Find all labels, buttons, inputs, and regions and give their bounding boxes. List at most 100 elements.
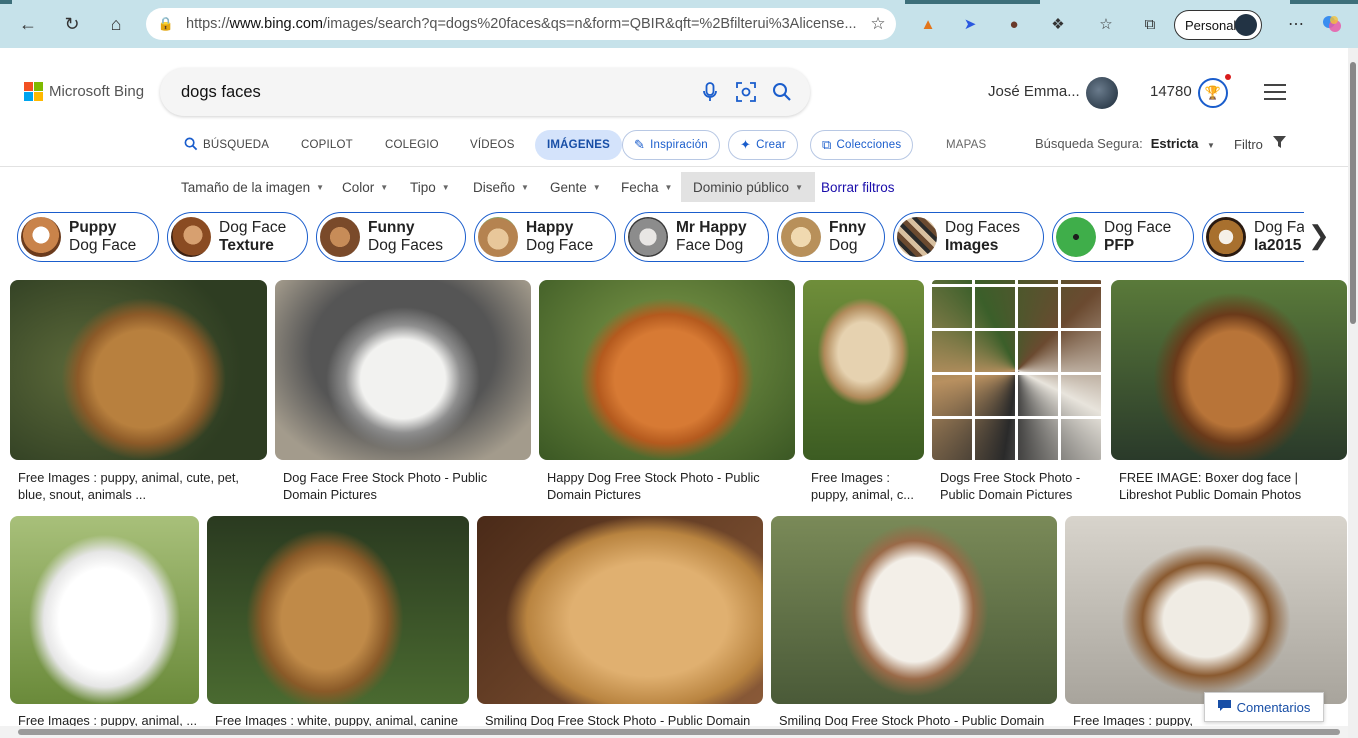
url-text: https://www.bing.com/images/search?q=dog…	[186, 16, 857, 32]
profile-label: Personal	[1185, 17, 1237, 33]
search-input[interactable]: dogs faces	[160, 83, 692, 102]
result-caption[interactable]: Happy Dog Free Stock Photo - Public Doma…	[547, 469, 787, 503]
metamask-extension-icon[interactable]: ▲	[916, 12, 940, 36]
favorite-star-icon[interactable]: ☆	[860, 14, 896, 34]
result-caption[interactable]: Dog Face Free Stock Photo - Public Domai…	[283, 469, 523, 503]
result-image[interactable]	[1065, 516, 1347, 704]
chip-text: Face Dog	[676, 237, 744, 254]
extension-brave-icon[interactable]: ●	[1002, 12, 1026, 36]
search-box[interactable]: dogs faces	[160, 68, 810, 116]
filter-toggle-button[interactable]: Filtro	[1234, 136, 1286, 152]
filter-type[interactable]: Tipo ▼	[410, 172, 450, 202]
copilot-icon[interactable]	[1318, 10, 1346, 38]
feedback-button[interactable]: Comentarios	[1204, 692, 1324, 722]
back-icon[interactable]: ←	[14, 10, 42, 38]
tab-videos[interactable]: VÍDEOS	[470, 130, 515, 160]
result-caption[interactable]: Smiling Dog Free Stock Photo - Public Do…	[779, 712, 1054, 726]
result-caption[interactable]: Free Images : white, puppy, animal, cani…	[215, 712, 465, 726]
chevron-right-icon[interactable]: ❯	[1308, 220, 1330, 251]
chevron-down-icon: ▼	[795, 182, 803, 192]
safe-search-dropdown[interactable]: Búsqueda Segura: Estricta ▼	[1035, 136, 1215, 151]
collections-icon[interactable]: ⧉	[1138, 12, 1162, 36]
result-caption[interactable]: Free Images : puppy, animal, c...	[811, 469, 921, 503]
favorites-icon[interactable]: ☆	[1094, 12, 1118, 36]
result-caption[interactable]: Free Images : puppy, animal, cute, pet, …	[18, 469, 258, 503]
result-image[interactable]	[477, 516, 763, 704]
extension-arrow-icon[interactable]: ➤	[958, 12, 982, 36]
result-caption[interactable]: Free Images : puppy, animal, ...	[18, 712, 198, 726]
result-image[interactable]	[207, 516, 469, 704]
microsoft-logo-icon	[24, 82, 43, 101]
chip-thumbnail	[1206, 217, 1246, 257]
scrollbar-thumb[interactable]	[1350, 62, 1356, 324]
filter-layout[interactable]: Diseño ▼	[473, 172, 529, 202]
chip-puppy-dog-face[interactable]: Puppy Dog Face	[17, 212, 159, 262]
refresh-icon[interactable]: ↻	[58, 10, 86, 38]
result-image[interactable]	[10, 516, 199, 704]
tab-label: COPILOT	[301, 139, 353, 151]
vertical-scrollbar[interactable]	[1348, 48, 1358, 738]
profile-button[interactable]: Personal	[1174, 10, 1262, 40]
more-menu-icon[interactable]: ⋯	[1282, 10, 1310, 38]
result-image[interactable]	[803, 280, 924, 460]
filter-date[interactable]: Fecha ▼	[621, 172, 672, 202]
microphone-icon[interactable]	[692, 74, 728, 110]
tab-search[interactable]: BÚSQUEDA	[184, 130, 269, 160]
result-caption[interactable]: Dogs Free Stock Photo - Public Domain Pi…	[940, 469, 1105, 503]
tab-collections[interactable]: ⧉ Colecciones	[810, 130, 914, 160]
lock-icon[interactable]: 🔒	[146, 16, 186, 32]
tab-school[interactable]: COLEGIO	[385, 130, 439, 160]
tab-label: BÚSQUEDA	[203, 139, 270, 151]
browser-toolbar: ← ↻ ⌂ 🔒 https://www.bing.com/images/sear…	[0, 0, 1358, 48]
tab-copilot[interactable]: COPILOT	[301, 130, 353, 160]
visual-search-icon[interactable]	[728, 74, 764, 110]
chip-dog-faces-images[interactable]: Dog Faces Images	[893, 212, 1044, 262]
filter-people[interactable]: Gente ▼	[550, 172, 601, 202]
filter-color[interactable]: Color ▼	[342, 172, 388, 202]
chevron-down-icon: ▼	[441, 182, 450, 192]
horizontal-scrollbar[interactable]	[0, 726, 1348, 738]
extensions-puzzle-icon[interactable]: ❖	[1046, 12, 1070, 36]
filter-label: Fecha	[621, 179, 659, 195]
rewards-points[interactable]: 14780	[1150, 83, 1192, 100]
address-bar[interactable]: 🔒 https://www.bing.com/images/search?q=d…	[146, 8, 896, 40]
rewards-trophy-icon[interactable]: 🏆	[1198, 78, 1228, 108]
filter-image-size[interactable]: Tamaño de la imagen ▼	[181, 172, 324, 202]
result-caption[interactable]: FREE IMAGE: Boxer dog face | Libreshot P…	[1119, 469, 1344, 503]
logo-text: Microsoft Bing	[49, 83, 145, 100]
chip-mr-happy-face-dog[interactable]: Mr Happy Face Dog	[624, 212, 769, 262]
user-name[interactable]: José Emma...	[988, 83, 1080, 100]
chip-happy-dog-face[interactable]: Happy Dog Face	[474, 212, 616, 262]
result-image[interactable]	[1111, 280, 1347, 460]
hamburger-menu-icon[interactable]	[1264, 84, 1286, 100]
bing-logo[interactable]: Microsoft Bing	[24, 82, 144, 101]
chip-dog-face-pfp[interactable]: Dog Face PFP	[1052, 212, 1194, 262]
feedback-label: Comentarios	[1236, 699, 1311, 715]
result-image[interactable]	[771, 516, 1057, 704]
tab-inspiration[interactable]: ✎ Inspiración	[622, 130, 720, 160]
clear-filters-link[interactable]: Borrar filtros	[821, 172, 895, 202]
tab-maps[interactable]: MAPAS	[946, 130, 986, 160]
chip-fnny-dog[interactable]: Fnny Dog	[777, 212, 885, 262]
header-divider	[0, 166, 1348, 167]
tab-create[interactable]: ✦ Crear	[728, 130, 798, 160]
home-icon[interactable]: ⌂	[102, 10, 130, 38]
chip-bold-text: Happy	[526, 219, 574, 236]
filter-label: Gente	[550, 179, 587, 195]
result-image[interactable]	[932, 280, 1103, 460]
chip-dog-face-texture[interactable]: Dog Face Texture	[167, 212, 308, 262]
tab-images[interactable]: IMÁGENES	[535, 130, 622, 160]
result-image[interactable]	[539, 280, 795, 460]
chip-bold-text: Mr Happy	[676, 219, 747, 236]
user-avatar[interactable]	[1086, 77, 1118, 109]
scrollbar-thumb[interactable]	[18, 729, 1340, 735]
filter-license[interactable]: Dominio público ▼	[681, 172, 815, 202]
result-caption[interactable]: Free Images : puppy, c...	[1073, 712, 1203, 726]
chip-funny-dog-faces[interactable]: Funny Dog Faces	[316, 212, 466, 262]
result-image[interactable]	[10, 280, 267, 460]
chip-thumbnail	[897, 217, 937, 257]
search-icon[interactable]	[764, 74, 800, 110]
result-image[interactable]	[275, 280, 531, 460]
chip-dog-face-la2015[interactable]: Dog Fa la2015	[1202, 212, 1304, 262]
result-caption[interactable]: Smiling Dog Free Stock Photo - Public Do…	[485, 712, 760, 726]
